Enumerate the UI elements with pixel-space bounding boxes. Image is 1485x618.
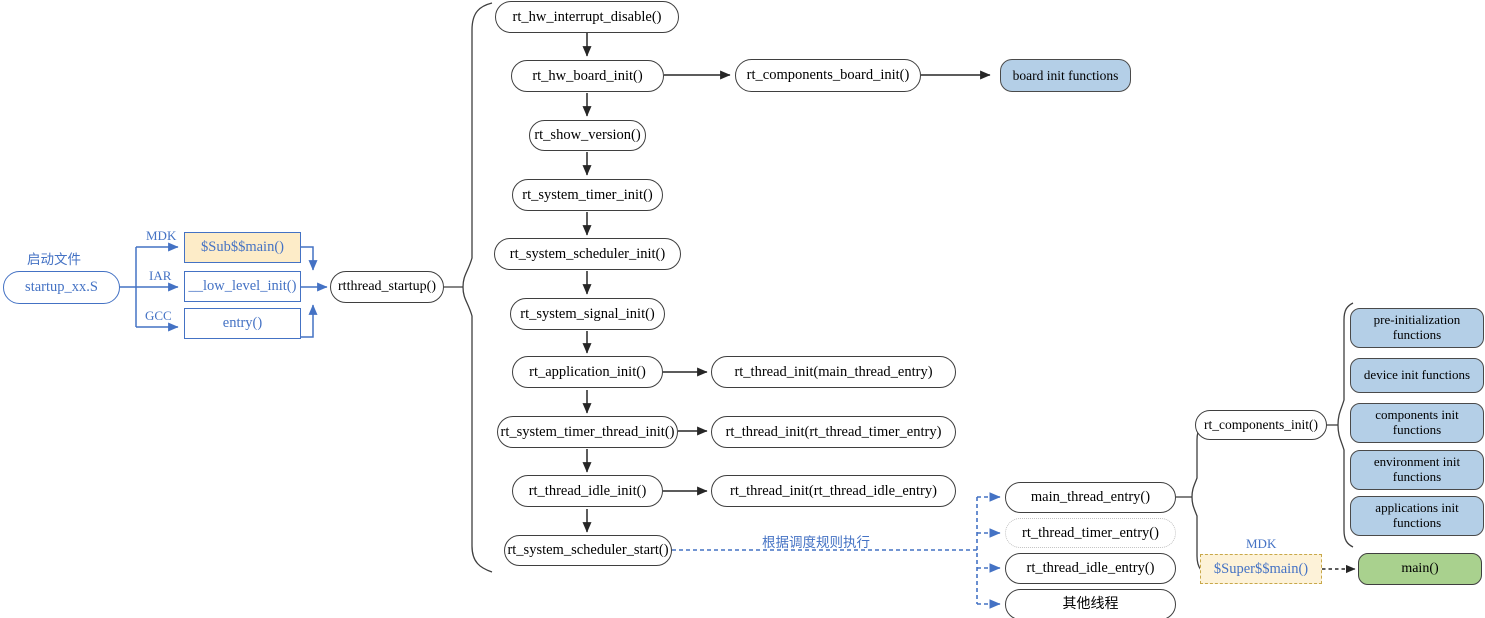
node-entry[interactable]: entry() (184, 308, 301, 339)
node-applications-init-functions[interactable]: applications init functions (1350, 496, 1484, 536)
node-rt-thread-init-main[interactable]: rt_thread_init(main_thread_entry) (711, 356, 956, 388)
node-rt-system-scheduler-start[interactable]: rt_system_scheduler_start() (504, 535, 672, 566)
node-rt-show-version[interactable]: rt_show_version() (529, 120, 646, 151)
node-rt-thread-timer-entry[interactable]: rt_thread_timer_entry() (1005, 518, 1176, 548)
node-startup-file[interactable]: startup_xx.S (3, 271, 120, 304)
node-rt-thread-init-idle[interactable]: rt_thread_init(rt_thread_idle_entry) (711, 475, 956, 507)
node-rt-system-scheduler-init[interactable]: rt_system_scheduler_init() (494, 238, 681, 270)
node-components-init-functions[interactable]: components init functions (1350, 403, 1484, 443)
node-environment-init-functions[interactable]: environment init functions (1350, 450, 1484, 490)
node-main[interactable]: main() (1358, 553, 1482, 585)
node-low-level-init[interactable]: __low_level_init() (184, 271, 301, 302)
branch-label-iar: IAR (149, 268, 172, 283)
node-device-init-functions[interactable]: device init functions (1350, 358, 1484, 393)
startup-file-label: 启动文件 (27, 252, 81, 268)
node-rt-thread-idle-init[interactable]: rt_thread_idle_init() (512, 475, 663, 507)
node-rt-thread-idle-entry[interactable]: rt_thread_idle_entry() (1005, 553, 1176, 584)
diagram-canvas: 启动文件 startup_xx.S MDK $Sub$$main() IAR _… (0, 0, 1485, 618)
node-sub-main[interactable]: $Sub$$main() (184, 232, 301, 263)
node-rt-system-timer-thread-init[interactable]: rt_system_timer_thread_init() (497, 416, 678, 448)
node-other-threads[interactable]: 其他线程 (1005, 589, 1176, 618)
node-rt-application-init[interactable]: rt_application_init() (512, 356, 663, 388)
node-rt-hw-board-init[interactable]: rt_hw_board_init() (511, 60, 664, 92)
node-rtthread-startup[interactable]: rtthread_startup() (330, 271, 444, 303)
app-entry-toolchain-label: MDK (1246, 536, 1277, 551)
branch-label-gcc: GCC (145, 308, 172, 323)
node-rt-hw-interrupt-disable[interactable]: rt_hw_interrupt_disable() (495, 1, 679, 33)
scheduler-edge-label: 根据调度规则执行 (762, 535, 870, 551)
node-rt-system-timer-init[interactable]: rt_system_timer_init() (512, 179, 663, 211)
node-rt-components-init[interactable]: rt_components_init() (1195, 410, 1327, 440)
node-rt-thread-init-timer[interactable]: rt_thread_init(rt_thread_timer_entry) (711, 416, 956, 448)
node-rt-components-board-init[interactable]: rt_components_board_init() (735, 59, 921, 92)
node-main-thread-entry[interactable]: main_thread_entry() (1005, 482, 1176, 513)
node-rt-system-signal-init[interactable]: rt_system_signal_init() (510, 298, 665, 330)
node-pre-initialization-functions[interactable]: pre-initialization functions (1350, 308, 1484, 348)
node-board-init-functions[interactable]: board init functions (1000, 59, 1131, 92)
branch-label-mdk: MDK (146, 228, 177, 243)
node-super-main[interactable]: $Super$$main() (1200, 554, 1322, 584)
